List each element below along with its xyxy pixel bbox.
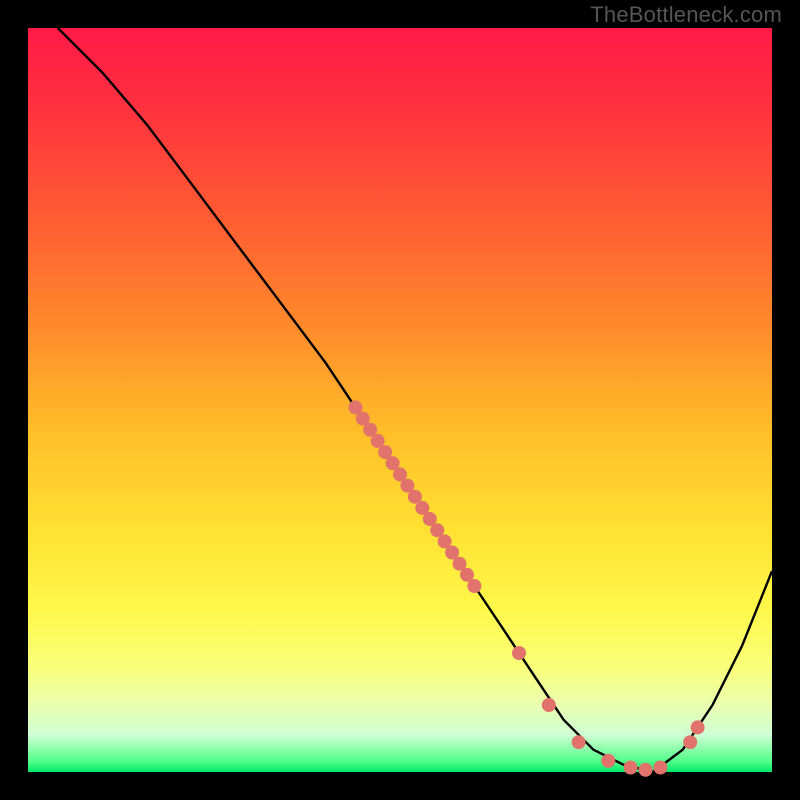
scatter-dot: [572, 735, 586, 749]
scatter-dot: [601, 754, 615, 768]
scatter-dot: [683, 735, 697, 749]
scatter-dot: [653, 761, 667, 775]
bottleneck-chart: [0, 0, 800, 800]
scatter-dot: [512, 646, 526, 660]
watermark-label: TheBottleneck.com: [590, 2, 782, 28]
scatter-dot: [542, 698, 556, 712]
chart-frame: TheBottleneck.com: [0, 0, 800, 800]
scatter-dot: [691, 720, 705, 734]
scatter-dot: [624, 761, 638, 775]
scatter-dot: [639, 763, 653, 777]
scatter-dot: [467, 579, 481, 593]
plot-background: [28, 28, 772, 772]
